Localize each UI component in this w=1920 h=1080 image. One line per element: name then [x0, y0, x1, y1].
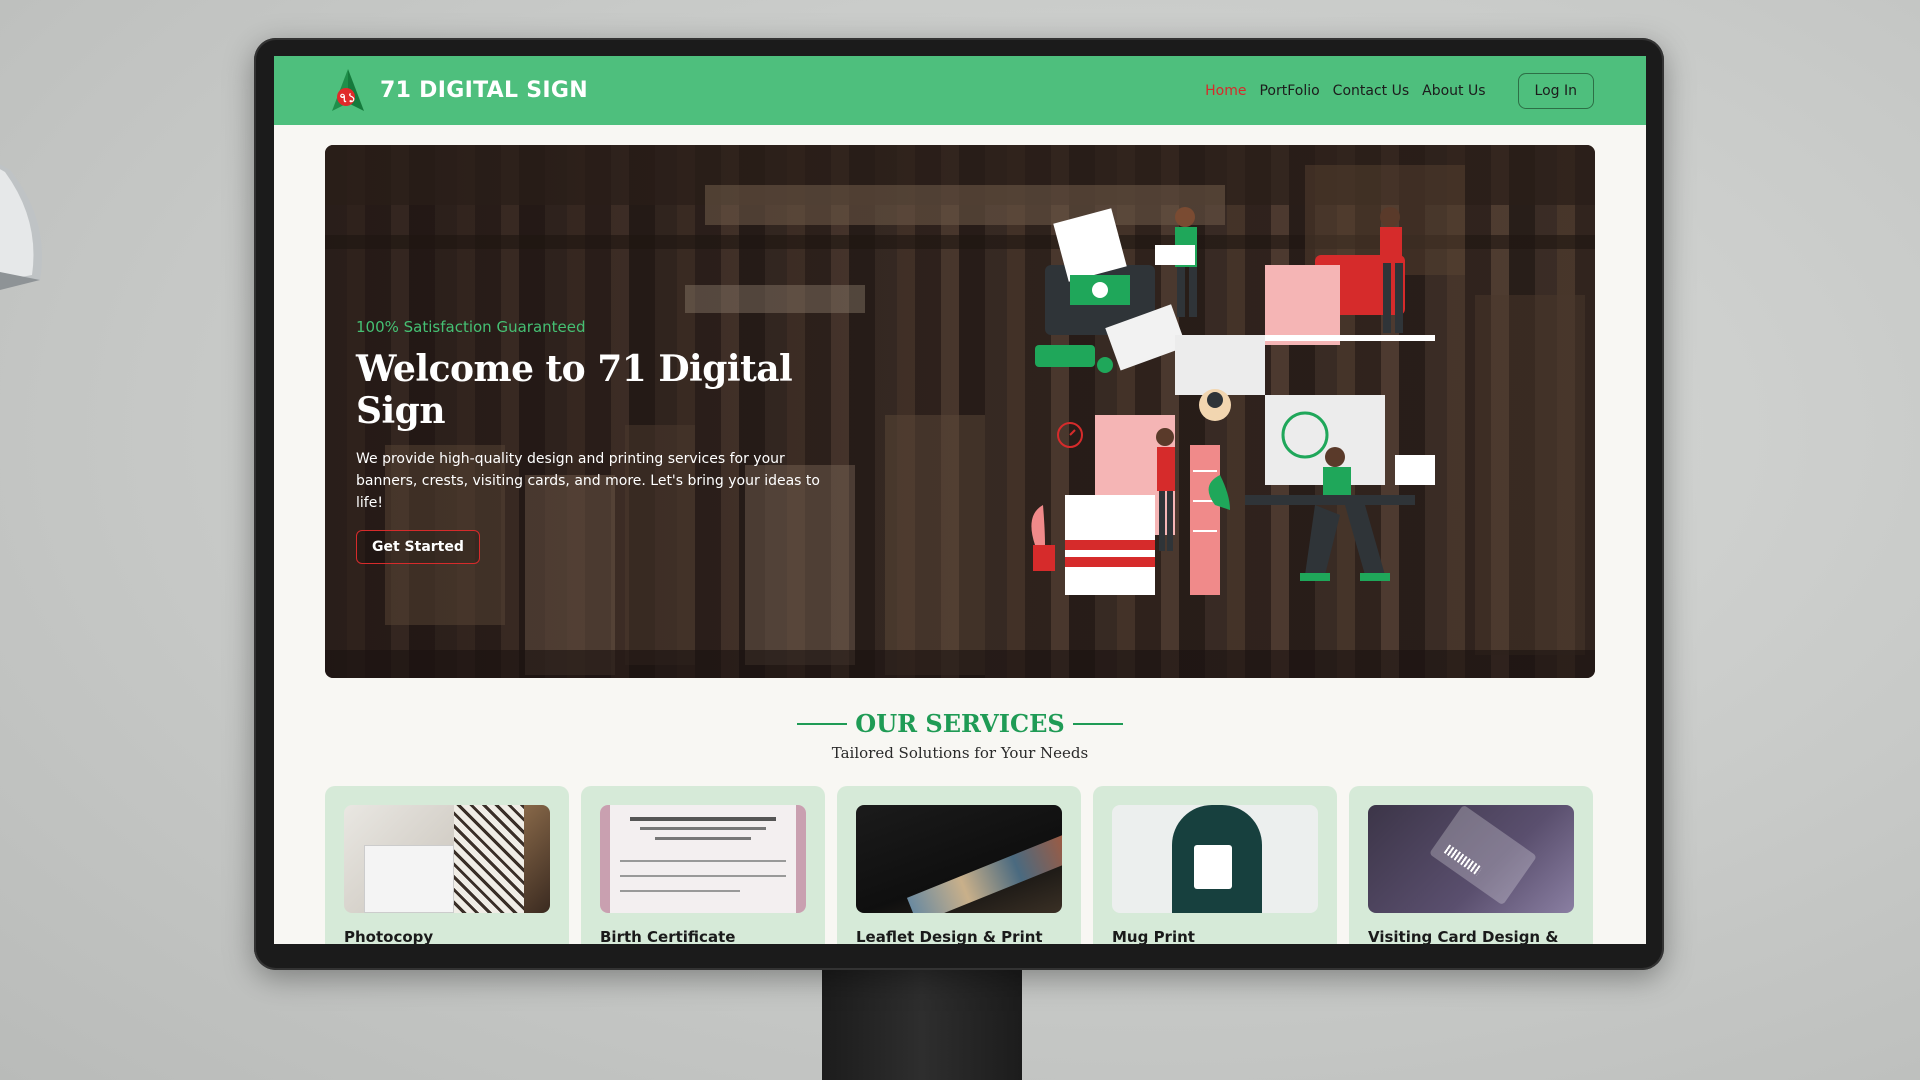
- photocopier-photo: [344, 805, 550, 913]
- service-card-title: Visiting Card Design &: [1368, 928, 1559, 944]
- hero-tagline: 100% Satisfaction Guaranteed: [356, 318, 586, 336]
- website-screen: ৭১ 71 DIGITAL SIGN Home PortFolio Contac…: [274, 56, 1646, 944]
- service-card[interactable]: Leaflet Design & Print: [837, 786, 1081, 944]
- desk-lamp: [0, 164, 42, 290]
- mug-photo: [1112, 805, 1318, 913]
- brand-name: 71 DIGITAL SIGN: [380, 78, 588, 103]
- service-card[interactable]: Photocopy: [325, 786, 569, 944]
- services-subtitle: Tailored Solutions for Your Needs: [831, 744, 1089, 762]
- printing-office-illustration: [1031, 207, 1435, 595]
- nav-link-home[interactable]: Home: [1205, 83, 1246, 99]
- hero-description: We provide high-quality design and print…: [356, 451, 820, 511]
- service-card-title: Birth Certificate: [600, 928, 736, 944]
- hero-banner: 100% Satisfaction Guaranteed Welcome to …: [325, 145, 1595, 678]
- brand[interactable]: ৭১ 71 DIGITAL SIGN: [326, 67, 588, 115]
- service-card-title: Leaflet Design & Print: [856, 928, 1043, 944]
- title-divider-right: [1072, 722, 1123, 725]
- services-title: OUR SERVICES: [855, 709, 1065, 738]
- services-cards: Photocopy Birth Certificate Leaflet Desi…: [325, 786, 1595, 944]
- services-header: OUR SERVICES Tailored Solutions for Your…: [274, 709, 1646, 762]
- monitor-stand: [822, 964, 1022, 1080]
- svg-text:৭১: ৭১: [339, 91, 356, 106]
- login-button[interactable]: Log In: [1517, 72, 1594, 109]
- visiting-card-photo: [1368, 805, 1574, 913]
- flag-71-logo-icon: ৭১: [332, 68, 364, 111]
- hero-title: Welcome to 71 Digital Sign: [356, 348, 793, 432]
- nav-link-about[interactable]: About Us: [1422, 83, 1485, 99]
- title-divider-left: [797, 722, 848, 725]
- service-card[interactable]: Mug Print: [1093, 786, 1337, 944]
- service-card[interactable]: Visiting Card Design &: [1349, 786, 1593, 944]
- birth-certificate-photo: [600, 805, 806, 913]
- service-card-title: Mug Print: [1112, 928, 1195, 944]
- nav-links: Home PortFolio Contact Us About Us: [1205, 83, 1485, 99]
- get-started-button[interactable]: Get Started: [356, 530, 480, 564]
- hero-text: 100% Satisfaction Guaranteed Welcome to …: [356, 318, 876, 564]
- nav-link-portfolio[interactable]: PortFolio: [1259, 83, 1319, 99]
- top-navbar: ৭১ 71 DIGITAL SIGN Home PortFolio Contac…: [274, 56, 1646, 125]
- service-card[interactable]: Birth Certificate: [581, 786, 825, 944]
- service-card-title: Photocopy: [344, 928, 434, 944]
- nav-link-contact[interactable]: Contact Us: [1333, 83, 1409, 99]
- leaflets-photo: [856, 805, 1062, 913]
